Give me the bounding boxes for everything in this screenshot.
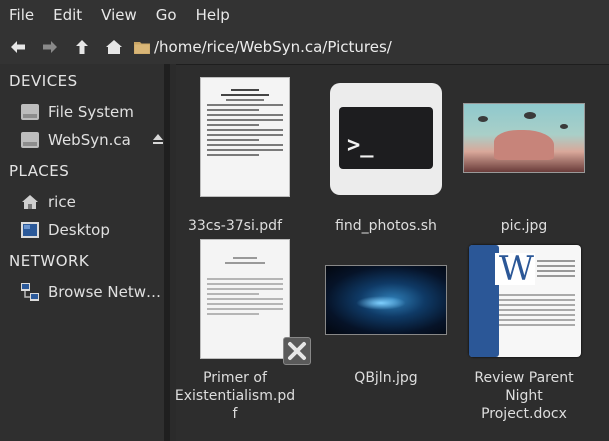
devices-heading: DEVICES	[9, 72, 78, 90]
menu-go[interactable]: Go	[156, 6, 177, 24]
back-button[interactable]	[4, 33, 32, 61]
home-button[interactable]	[100, 33, 128, 61]
sidebar-item-rice[interactable]: rice	[20, 191, 170, 213]
menu-edit[interactable]: Edit	[53, 6, 82, 24]
image-thumbnail	[325, 265, 447, 335]
sidebar-item-label: File System	[48, 103, 134, 121]
file-name: find_photos.sh	[335, 218, 437, 234]
file-item[interactable]: >_ find_photos.sh	[303, 75, 442, 235]
location-bar[interactable]: /home/rice/WebSyn.ca/Pictures/	[134, 34, 604, 60]
home-icon	[106, 40, 122, 54]
forward-button[interactable]	[36, 33, 64, 61]
file-name-line: Review Parent	[474, 370, 574, 386]
file-name-line: Project.docx	[481, 406, 567, 422]
icon-view: 33cs-37si.pdf >_ find_photos.sh pic.jpg	[175, 64, 609, 441]
file-name-line: Existentialism.pd	[174, 388, 296, 404]
menu-help[interactable]: Help	[196, 6, 230, 24]
sidebar-item-label: WebSyn.ca	[48, 131, 131, 149]
folder-icon	[134, 42, 150, 54]
toolbar: /home/rice/WebSyn.ca/Pictures/	[0, 30, 609, 64]
file-name: QBjln.jpg	[354, 370, 418, 386]
sidebar-item-desktop[interactable]: Desktop	[20, 219, 170, 241]
sidebar-item-file-system[interactable]: File System	[20, 101, 170, 123]
file-item[interactable]: Primer of Existentialism.pd f	[170, 237, 311, 427]
sidebar-item-label: Browse Netw…	[48, 283, 161, 301]
docx-thumbnail: W	[469, 245, 581, 357]
terminal-prompt: >_	[347, 133, 374, 158]
arrow-up-icon	[76, 40, 88, 54]
drive-icon	[20, 130, 40, 150]
desktop-icon	[20, 220, 40, 240]
location-path: /home/rice/WebSyn.ca/Pictures/	[154, 38, 392, 56]
pdf-thumbnail	[200, 239, 290, 359]
file-item[interactable]: W Review Parent Night Project.docx	[459, 237, 589, 427]
file-manager-window: File Edit View Go Help /home/rice/WebSyn…	[0, 0, 609, 441]
eject-icon[interactable]	[152, 133, 164, 145]
terminal-thumbnail: >_	[330, 83, 442, 195]
word-letter: W	[499, 249, 534, 289]
pdf-thumbnail	[200, 77, 290, 197]
menu-bar: File Edit View Go Help	[0, 0, 609, 30]
network-heading: NETWORK	[9, 252, 90, 270]
sidebar: DEVICES File System WebSyn.ca PLACES ric…	[0, 64, 170, 441]
sidebar-item-browse-network[interactable]: Browse Netw…	[20, 281, 170, 303]
image-thumbnail	[463, 103, 585, 173]
menu-file[interactable]: File	[9, 6, 34, 24]
file-name-line: f	[232, 406, 238, 422]
sidebar-item-websyn[interactable]: WebSyn.ca	[20, 129, 170, 151]
file-item[interactable]: QBjln.jpg	[303, 237, 447, 427]
file-name-line: Primer of	[203, 370, 267, 386]
menu-view[interactable]: View	[101, 6, 137, 24]
sidebar-item-label: Desktop	[48, 221, 110, 239]
terminal-screen: >_	[339, 107, 433, 169]
file-name-line: Night	[505, 388, 543, 404]
arrow-left-icon	[11, 41, 25, 53]
file-name: pic.jpg	[500, 218, 548, 234]
home-icon	[20, 192, 40, 212]
file-name: 33cs-37si.pdf	[187, 218, 282, 234]
up-button[interactable]	[68, 33, 96, 61]
file-item[interactable]: pic.jpg	[459, 75, 589, 235]
network-icon	[20, 282, 40, 302]
arrow-right-icon	[43, 41, 57, 53]
file-item[interactable]: 33cs-37si.pdf	[170, 75, 300, 235]
sidebar-item-label: rice	[48, 193, 76, 211]
places-heading: PLACES	[9, 162, 70, 180]
drive-icon	[20, 102, 40, 122]
